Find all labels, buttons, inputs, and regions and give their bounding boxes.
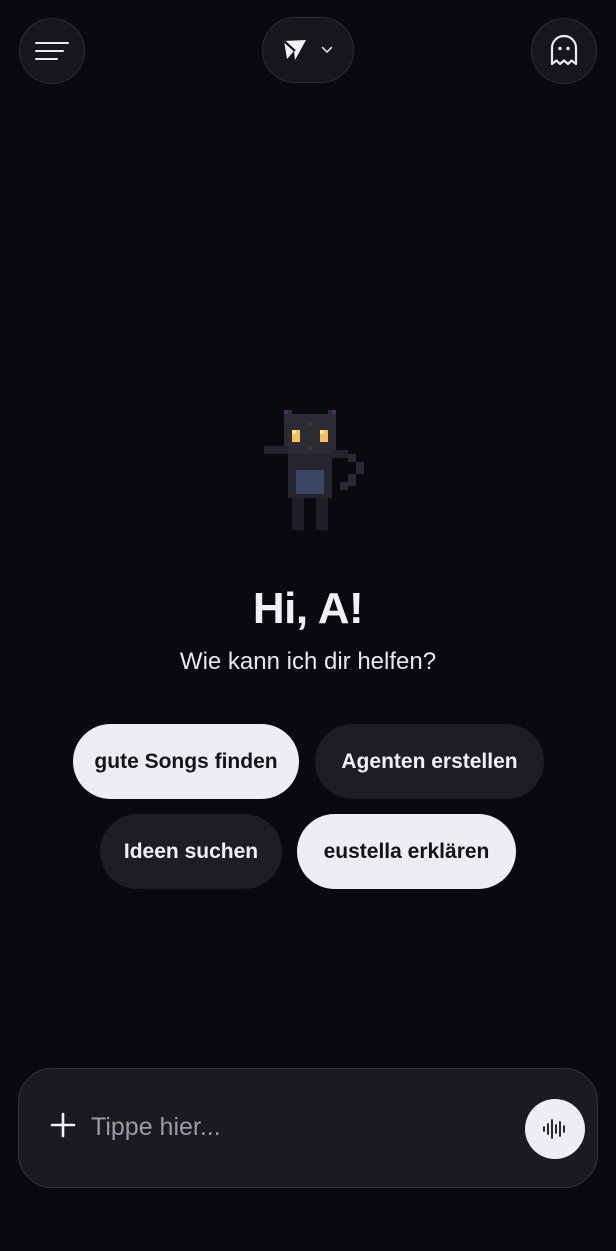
greeting-subtitle: Wie kann ich dir helfen? <box>179 648 437 675</box>
suggestion-chip-agents[interactable]: Agenten erstellen <box>315 724 544 799</box>
audio-waveform-icon <box>543 1119 565 1139</box>
menu-button[interactable] <box>19 18 85 84</box>
chat-home-screen: Hi, A! Wie kann ich dir helfen? gute Son… <box>0 0 616 1251</box>
message-input[interactable] <box>91 1107 511 1147</box>
add-attachment-button[interactable] <box>47 1109 79 1141</box>
plus-icon <box>50 1112 76 1138</box>
chevron-down-icon <box>321 46 333 53</box>
voice-input-button[interactable] <box>525 1099 585 1159</box>
model-selector-button[interactable] <box>262 17 354 83</box>
pixel-cat-icon <box>264 410 364 530</box>
ghost-icon <box>550 35 578 66</box>
suggestion-chip-songs[interactable]: gute Songs finden <box>73 724 299 799</box>
paper-plane-logo-icon <box>283 40 306 60</box>
suggestion-chip-ideas[interactable]: Ideen suchen <box>100 814 282 889</box>
hamburger-menu-icon <box>35 42 69 60</box>
ghost-mode-button[interactable] <box>531 18 597 84</box>
suggestion-chip-eustella[interactable]: eustella erklären <box>297 814 516 889</box>
greeting-title: Hi, A! <box>252 584 364 633</box>
message-composer <box>18 1068 598 1188</box>
